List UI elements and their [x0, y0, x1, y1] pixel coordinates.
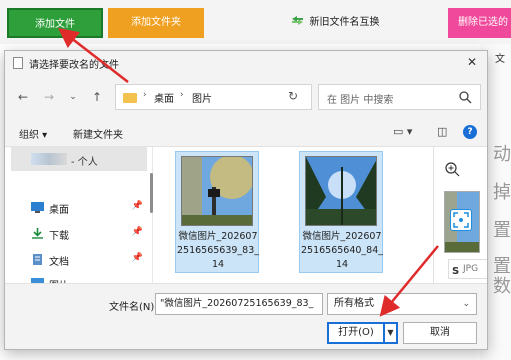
annotation-arrow-icon [58, 27, 129, 83]
annotation-arrows [58, 27, 439, 317]
app-root: 添加文件 添加文件夹 新旧文件名互换 删除已选的 动 掉 置 置 数 文 请选择… [0, 0, 511, 360]
annotation-arrow-icon [379, 245, 439, 317]
